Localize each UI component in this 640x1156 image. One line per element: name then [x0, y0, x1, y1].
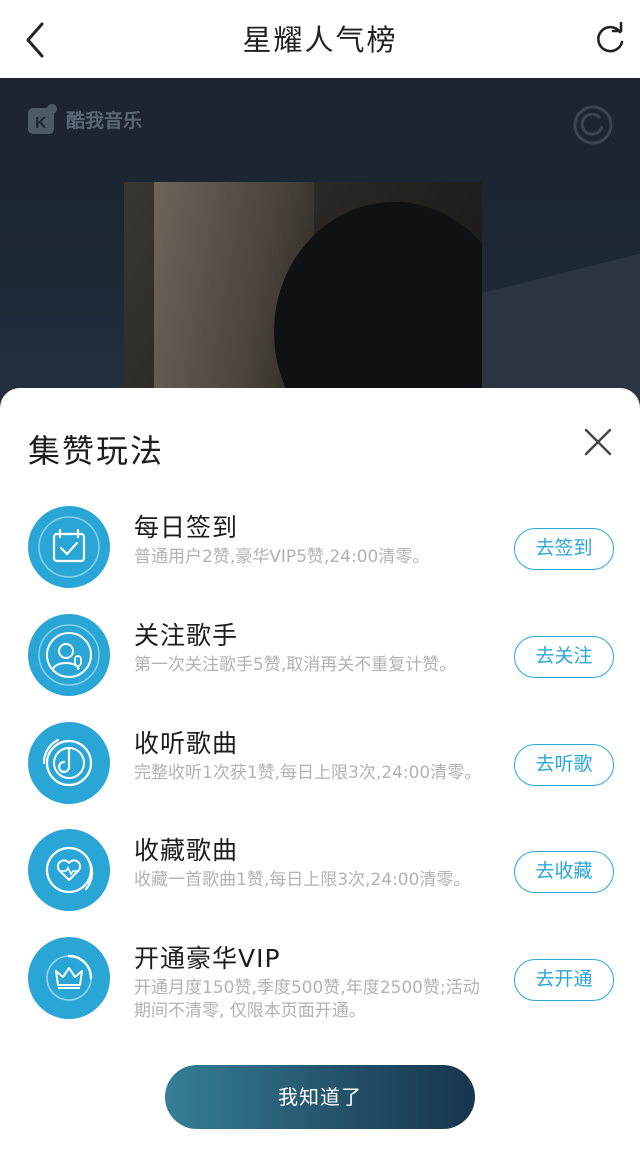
page-title: 星耀人气榜: [242, 23, 398, 57]
artist-photo: [124, 182, 482, 418]
modal-title: 集赞玩法: [28, 432, 165, 470]
vip-button[interactable]: 去开通: [514, 959, 614, 1001]
favorite-button[interactable]: 去收藏: [514, 851, 614, 893]
close-icon[interactable]: [582, 426, 614, 458]
task-description: 普通用户2赞,豪华VIP5赞,24:00清零。: [134, 547, 430, 567]
task-description: 第一次关注歌手5赞,取消再关不重复计赞。: [134, 655, 457, 675]
task-item-favorite: 收藏歌曲 收藏一首歌曲1赞,每日上限3次,24:00清零。 去收藏: [0, 829, 640, 929]
task-title: 开通豪华VIP: [134, 944, 281, 973]
task-description: 收藏一首歌曲1赞,每日上限3次,24:00清零。: [134, 870, 471, 890]
music-disc-icon: [28, 722, 110, 804]
kuwo-logo: K 酷我音乐: [26, 102, 142, 136]
crown-icon: [28, 937, 110, 1019]
confirm-button[interactable]: 我知道了: [165, 1065, 475, 1129]
kuwo-logo-icon: K: [28, 104, 57, 134]
calendar-check-icon: [28, 506, 110, 588]
task-description: 开通月度150赞,季度500赞,年度2500赞;活动期间不清零, 仅限本页面开通…: [134, 978, 480, 1021]
task-item-listen: 收听歌曲 完整收听1次获1赞,每日上限3次,24:00清零。 去听歌: [0, 722, 640, 822]
rules-modal: 集赞玩法 每日签到 普通用户2赞,豪华VIP5赞,24:00清零。 去签到 关注…: [0, 388, 640, 1156]
rotate-icon: [572, 104, 614, 146]
follow-singer-icon: [28, 614, 110, 696]
task-title: 每日签到: [134, 513, 239, 542]
hero-banner: K 酷我音乐: [0, 78, 640, 418]
heart-disc-icon: [28, 829, 110, 911]
follow-button[interactable]: 去关注: [514, 636, 614, 678]
task-item-vip: 开通豪华VIP 开通月度150赞,季度500赞,年度2500赞;活动期间不清零,…: [0, 937, 640, 1037]
checkin-button[interactable]: 去签到: [514, 528, 614, 570]
task-title: 收听歌曲: [134, 729, 239, 758]
task-title: 收藏歌曲: [134, 836, 239, 865]
refresh-icon[interactable]: [590, 20, 630, 60]
logo-text: 酷我音乐: [66, 109, 143, 132]
task-item-follow: 关注歌手 第一次关注歌手5赞,取消再关不重复计赞。 去关注: [0, 614, 640, 714]
svg-text:K: K: [35, 115, 47, 132]
listen-button[interactable]: 去听歌: [514, 744, 614, 786]
nav-bar: 星耀人气榜: [0, 0, 640, 78]
task-item-checkin: 每日签到 普通用户2赞,豪华VIP5赞,24:00清零。 去签到: [0, 506, 640, 606]
task-title: 关注歌手: [134, 621, 239, 650]
task-description: 完整收听1次获1赞,每日上限3次,24:00清零。: [134, 763, 482, 783]
